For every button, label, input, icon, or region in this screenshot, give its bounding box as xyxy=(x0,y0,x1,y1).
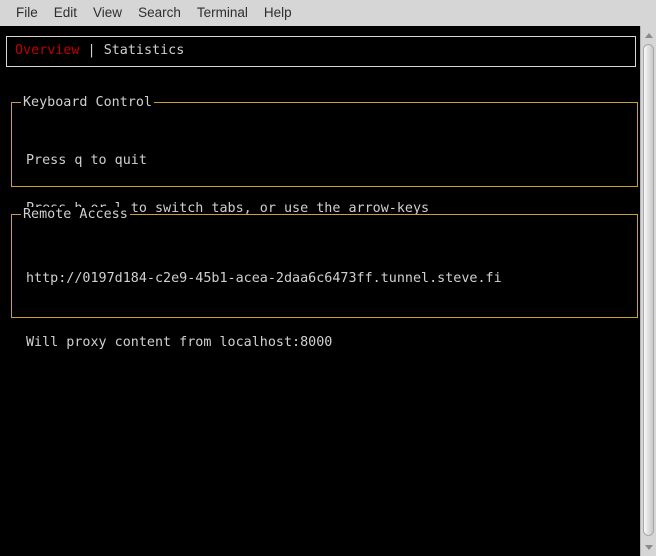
scrollbar-thumb[interactable] xyxy=(643,44,654,536)
menu-item-search[interactable]: Search xyxy=(130,0,189,26)
scroll-up-arrow-icon[interactable] xyxy=(641,28,656,42)
remote-proxy-note: Will proxy content from localhost:8000 xyxy=(26,335,333,350)
terminal-scrollbar[interactable] xyxy=(640,26,656,556)
menu-item-edit[interactable]: Edit xyxy=(46,0,85,26)
terminal-window[interactable]: Overview | Statistics Keyboard Control P… xyxy=(0,26,640,556)
panel-remote-access-title: Remote Access xyxy=(21,207,130,223)
tab-statistics[interactable]: Statistics xyxy=(104,43,185,58)
tab-separator: | xyxy=(79,43,104,58)
menu-bar: File Edit View Search Terminal Help xyxy=(0,0,656,26)
menu-item-view[interactable]: View xyxy=(85,0,130,26)
panel-remote-access-body: http://0197d184-c2e9-45b1-acea-2daa6c647… xyxy=(26,239,502,383)
tab-bar: Overview | Statistics xyxy=(6,36,636,67)
scroll-down-arrow-icon[interactable] xyxy=(641,540,656,554)
panel-keyboard-control-title: Keyboard Control xyxy=(21,95,154,111)
menu-item-terminal[interactable]: Terminal xyxy=(189,0,256,26)
menu-item-help[interactable]: Help xyxy=(256,0,300,26)
triangle-up-icon xyxy=(644,32,653,38)
panel-remote-access: Remote Access http://0197d184-c2e9-45b1-… xyxy=(11,207,638,350)
keyboard-hint-quit: Press q to quit xyxy=(26,153,147,168)
tab-bar-content: Overview | Statistics xyxy=(15,43,184,59)
triangle-down-icon xyxy=(644,544,653,550)
remote-tunnel-url[interactable]: http://0197d184-c2e9-45b1-acea-2daa6c647… xyxy=(26,271,502,287)
terminal-content: Overview | Statistics Keyboard Control P… xyxy=(0,26,640,556)
tab-overview[interactable]: Overview xyxy=(15,43,80,58)
panel-keyboard-control: Keyboard Control Press q to quit Press h… xyxy=(11,95,638,216)
menu-item-file[interactable]: File xyxy=(8,0,46,26)
